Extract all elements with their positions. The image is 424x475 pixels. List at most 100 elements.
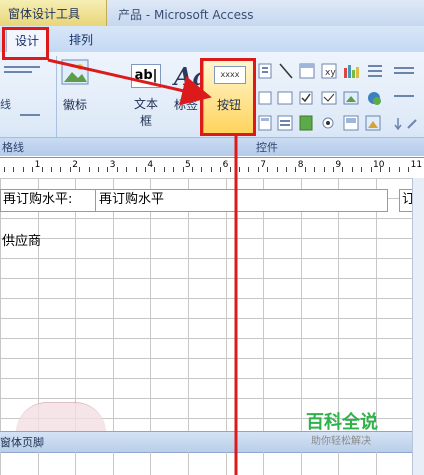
ruler-number: 9	[335, 160, 342, 170]
grid-hline	[0, 318, 412, 319]
ruler-tick	[145, 167, 146, 172]
ruler-tick	[333, 167, 334, 172]
grid-vline	[75, 178, 76, 433]
reorder-level-textbox[interactable]: 再订购水平	[95, 189, 388, 212]
footer-grid-vline	[301, 452, 302, 475]
ruler-tick	[267, 167, 269, 172]
gridlines-icon[interactable]	[4, 64, 44, 76]
grid-hline	[0, 278, 412, 279]
footer-grid-vline	[113, 452, 114, 475]
footer-grid-vline	[263, 452, 264, 475]
footer-grid-vline	[0, 452, 1, 475]
grid-vline	[263, 178, 264, 433]
ruler-tick	[182, 167, 184, 172]
grid-hline	[0, 238, 412, 239]
ruler-tick	[116, 167, 118, 172]
context-tab-label: 窗体设计工具	[8, 7, 81, 21]
ruler-tick	[79, 167, 81, 172]
ruler-tick	[314, 167, 316, 172]
decorative-shape	[16, 402, 106, 433]
ruler-number: 6	[222, 160, 229, 170]
ruler-tick	[408, 167, 410, 172]
ruler-tick	[304, 167, 306, 172]
footer-grid-vline	[338, 452, 339, 475]
ruler-tick	[342, 167, 344, 172]
ruler-number: 7	[260, 160, 266, 170]
ruler-tick	[4, 167, 5, 172]
text-box-label: 文本 框	[133, 97, 158, 128]
ruler-tick	[257, 167, 259, 172]
grid-hline	[0, 298, 412, 299]
svg-text:xy: xy	[325, 68, 336, 78]
ruler-tick	[173, 167, 175, 172]
reorder-level-label[interactable]: 再订购水平:	[0, 189, 96, 212]
ruler-tick	[126, 167, 128, 172]
ruler-number: 8	[297, 160, 304, 170]
ruler-tick	[361, 167, 363, 172]
ruler-tick	[88, 167, 90, 172]
grid-hline	[0, 358, 412, 359]
highlight-design-tab-box	[2, 27, 49, 60]
grid-vline	[150, 178, 151, 433]
ruler-tick	[370, 167, 372, 172]
ruler-tick	[60, 167, 62, 172]
grid-hline	[0, 218, 412, 219]
ruler-tick	[69, 167, 71, 172]
group-label-controls: 控件	[256, 141, 278, 154]
highlight-button-box	[200, 58, 256, 136]
grid-vline	[188, 178, 189, 433]
footer-grid-vline	[188, 452, 189, 475]
grid-hline	[0, 378, 412, 379]
watermark-subtitle: 助你轻松解决	[311, 436, 371, 447]
ruler-tick	[22, 167, 24, 172]
grid-vline	[338, 178, 339, 433]
ruler-tick	[295, 167, 297, 172]
grid-vline	[113, 178, 114, 433]
footer-grid-vline	[38, 452, 39, 475]
text-box-icon[interactable]: ab|	[131, 64, 161, 88]
ruler-tick	[154, 167, 156, 172]
ruler-tick	[220, 167, 222, 172]
ruler-tick	[107, 167, 109, 172]
tab-arrange[interactable]: 排列	[58, 29, 104, 51]
footer-grid-vline	[150, 452, 151, 475]
gridlines-partial-icon[interactable]: 线	[0, 96, 11, 112]
ruler-number: 5	[185, 160, 191, 170]
line-width-icon[interactable]	[20, 104, 40, 116]
ruler-number: 1	[34, 160, 41, 170]
ruler-tick	[398, 167, 400, 172]
ruler-tick	[51, 167, 52, 172]
vertical-scrollbar[interactable]	[412, 178, 424, 475]
grid-vline	[301, 178, 302, 433]
ruler-tick	[323, 167, 325, 172]
footer-grid-vline	[226, 452, 227, 475]
form-footer-label: 窗体页脚	[0, 436, 44, 449]
grid-vline	[226, 178, 227, 433]
ribbon-group-bar	[0, 137, 424, 156]
footer-grid-vline	[75, 452, 76, 475]
ruler-tick	[201, 167, 203, 172]
grid-hline	[0, 178, 412, 179]
grid-vline	[38, 178, 39, 433]
ruler-tick	[32, 167, 34, 172]
grid-hline	[0, 398, 412, 399]
supplier-label[interactable]: 供应商	[2, 230, 41, 249]
ruler-tick	[210, 167, 212, 172]
logo-icon[interactable]	[60, 58, 90, 90]
ruler-tick	[229, 167, 231, 172]
ruler-tick	[163, 167, 165, 172]
ruler-tick	[276, 167, 278, 172]
ruler-number: 10	[373, 160, 385, 170]
ruler-tick	[239, 167, 240, 172]
ruler-tick	[98, 167, 99, 172]
ruler-number: 2	[72, 160, 78, 170]
grid-hline	[0, 338, 412, 339]
ruler-number: 4	[147, 160, 154, 170]
footer-grid-vline	[376, 452, 377, 475]
grid-hline	[0, 258, 412, 259]
group-label-gridlines: 格线	[2, 141, 24, 154]
ruler-tick	[286, 167, 287, 172]
controls-gallery: xy	[258, 60, 418, 136]
label-label: 标签	[173, 98, 198, 112]
ruler-tick	[248, 167, 250, 172]
